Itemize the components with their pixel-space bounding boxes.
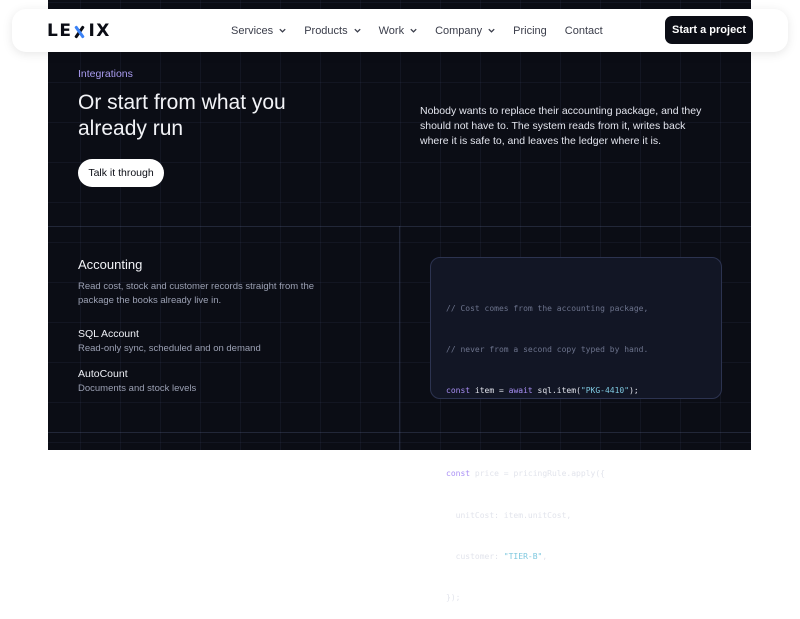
code-line: // Cost comes from the accounting packag… bbox=[446, 303, 649, 313]
chevron-down-icon bbox=[410, 28, 417, 33]
start-project-button[interactable]: Start a project bbox=[665, 16, 753, 44]
integration-detail: Documents and stock levels bbox=[78, 383, 197, 394]
logo-mark-icon bbox=[73, 24, 87, 39]
code-line: const item = await sql.item("PKG-4410"); bbox=[446, 386, 639, 396]
nav-products-label: Products bbox=[304, 24, 348, 37]
nav-contact[interactable]: Contact bbox=[565, 25, 603, 37]
chevron-down-icon bbox=[488, 28, 495, 33]
accounting-description: Read cost, stock and customer records st… bbox=[78, 281, 315, 306]
brand-logo[interactable]: LE IX bbox=[47, 21, 111, 41]
nav-company[interactable]: Company bbox=[435, 25, 496, 37]
accounting-title: Accounting bbox=[78, 257, 143, 272]
section-headline: Or start from what you already run bbox=[78, 91, 286, 140]
nav-work-label: Work bbox=[378, 24, 405, 37]
nav-links: Services Products Work Company Pricing C… bbox=[231, 9, 621, 52]
chevron-down-icon bbox=[353, 28, 361, 33]
nav-services[interactable]: Services bbox=[231, 25, 287, 37]
nav-products[interactable]: Products bbox=[304, 25, 361, 37]
nav-pricing[interactable]: Pricing bbox=[513, 25, 547, 37]
chevron-down-icon bbox=[279, 28, 286, 33]
nav-work[interactable]: Work bbox=[379, 25, 418, 37]
talk-it-through-button[interactable]: Talk it through bbox=[78, 159, 164, 187]
logo-text-right: IX bbox=[88, 21, 111, 41]
code-line: unitCost: item.unitCost, bbox=[446, 510, 572, 520]
nav-company-label: Company bbox=[435, 24, 483, 37]
code-line: }); bbox=[446, 593, 461, 603]
code-line: const price = pricingRule.apply({ bbox=[446, 469, 605, 479]
code-line: customer: "TIER-B", bbox=[446, 551, 548, 561]
column-divider bbox=[399, 226, 400, 450]
nav-services-label: Services bbox=[231, 24, 274, 37]
logo-text-left: LE bbox=[47, 21, 73, 41]
code-sample: // Cost comes from the accounting packag… bbox=[430, 257, 722, 602]
integration-name: SQL Account bbox=[78, 328, 139, 340]
nav-contact-label: Contact bbox=[564, 24, 603, 37]
section-intro: Nobody wants to replace their accounting… bbox=[420, 105, 702, 147]
nav-pricing-label: Pricing bbox=[513, 24, 547, 37]
integration-name: AutoCount bbox=[78, 368, 128, 380]
integration-detail: Read-only sync, scheduled and on demand bbox=[78, 343, 261, 354]
code-line: // never from a second copy typed by han… bbox=[446, 344, 649, 354]
section-eyebrow: Integrations bbox=[78, 68, 133, 80]
top-navbar: LE IX Services Products Work Company Pri… bbox=[12, 9, 788, 52]
